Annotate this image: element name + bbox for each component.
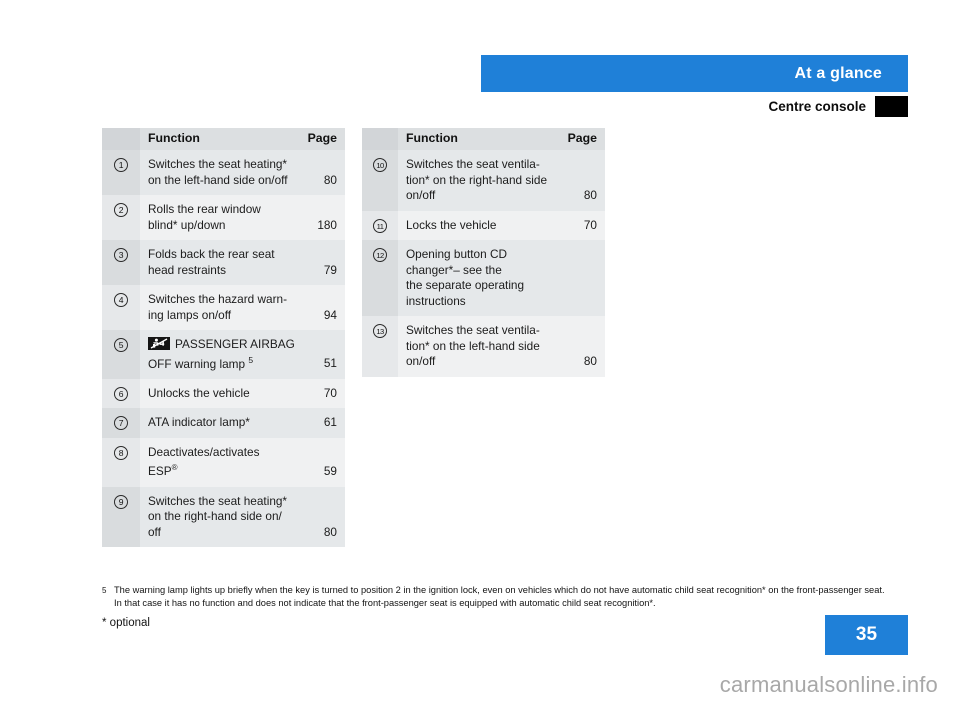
function-description: Switches the seat ventila-tion* on the l… — [398, 316, 563, 377]
callout-number-4: 4 — [114, 293, 128, 307]
callout-number-cell: 11 — [362, 210, 398, 240]
page-reference: 70 — [563, 210, 605, 240]
callout-number-cell: 12 — [362, 240, 398, 316]
table-row: 7 ATA indicator lamp* 61 — [102, 408, 345, 438]
callout-number-cell: 13 — [362, 316, 398, 377]
optional-legend: * optional — [102, 617, 150, 629]
function-description: Switches the seat heating* on the right-h… — [140, 486, 303, 548]
page-reference: 79 — [303, 240, 345, 285]
function-description: Deactivates/activates ESP® — [140, 437, 303, 487]
page-reference: 94 — [303, 285, 345, 330]
column-header-function: Function — [140, 128, 303, 150]
function-description: ATA indicator lamp* — [140, 408, 303, 438]
callout-number-8: 8 — [114, 445, 128, 460]
table-body-right: 10 Switches the seat ventila-tion* on the… — [362, 150, 605, 377]
callout-number-cell: 7 — [102, 408, 140, 438]
page-reference — [563, 240, 605, 316]
column-header-page: Page — [563, 128, 605, 150]
section-header-bar: At a glance — [481, 55, 908, 92]
function-description: Locks the vehicle — [398, 210, 563, 240]
callout-number-2: 2 — [114, 203, 128, 217]
callout-number-13: 13 — [373, 324, 387, 338]
callout-number-cell: 1 — [102, 150, 140, 195]
passenger-airbag-off-icon — [148, 337, 170, 350]
function-description: Rolls the rear window blind* up/down — [140, 195, 303, 240]
page-reference: 51 — [303, 330, 345, 379]
chapter-thumb-marker — [875, 96, 908, 117]
callout-number-cell: 10 — [362, 150, 398, 211]
callout-number-11: 11 — [373, 218, 387, 233]
callout-number-cell: 8 — [102, 437, 140, 487]
page-reference: 180 — [303, 195, 345, 240]
callout-number-cell: 6 — [102, 378, 140, 409]
table-row: 1 Switches the seat heating* on the left-h… — [102, 150, 345, 195]
page-number: 35 — [855, 624, 878, 645]
table-row: 6 Unlocks the vehicle 70 — [102, 378, 345, 409]
function-description: Unlocks the vehicle — [140, 378, 303, 409]
table-row: 13 Switches the seat ventila-tion* on the… — [362, 316, 605, 377]
table-row: 8 Deactivates/activates ESP® 59 — [102, 437, 345, 487]
table-row: 5 PASSENGER AIRBAG OFF warning lamp 5 51 — [102, 330, 345, 379]
table-row: 12 Opening button CD changer*– see the the … — [362, 240, 605, 316]
site-watermark: carmanualsonline.info — [719, 672, 938, 697]
table-row: 4 Switches the hazard warn-ing lamps on/o… — [102, 285, 345, 330]
callout-number-1: 1 — [114, 158, 128, 172]
callout-number-cell: 2 — [102, 195, 140, 240]
function-table-left: Function Page 1 Switches the seat heating… — [102, 128, 345, 548]
function-description: Switches the hazard warn-ing lamps on/of… — [140, 285, 303, 330]
function-description: PASSENGER AIRBAG OFF warning lamp 5 — [140, 330, 303, 379]
footnote-marker: 5 — [102, 586, 107, 595]
table-row: 11 Locks the vehicle 70 — [362, 210, 605, 240]
page-title: Centre console — [768, 99, 866, 114]
page-reference: 80 — [303, 486, 345, 548]
page-reference: 61 — [303, 408, 345, 438]
callout-number-7: 7 — [114, 416, 128, 431]
function-description: Switches the seat heating* on the left-ha… — [140, 150, 303, 195]
page-subheader: Centre console — [481, 96, 908, 117]
footnote-reference: 5 — [248, 354, 254, 365]
callout-number-10: 10 — [373, 158, 387, 172]
page-reference: 80 — [563, 150, 605, 211]
function-description: Switches the seat ventila-tion* on the r… — [398, 150, 563, 211]
callout-number-3: 3 — [114, 248, 128, 262]
footnote-item: 5 The warning lamp lights up briefly whe… — [102, 584, 892, 610]
table-row: 9 Switches the seat heating* on the right-… — [102, 486, 345, 548]
function-description: Opening button CD changer*– see the the se… — [398, 240, 563, 316]
page-reference: 80 — [303, 150, 345, 195]
callout-number-12: 12 — [373, 248, 387, 262]
table-row: 3 Folds back the rear seat head restraints… — [102, 240, 345, 285]
page-reference: 59 — [303, 437, 345, 487]
table-body-left: 1 Switches the seat heating* on the left-h… — [102, 150, 345, 548]
callout-number-cell: 5 — [102, 330, 140, 379]
callout-number-6: 6 — [114, 386, 128, 401]
callout-number-cell: 3 — [102, 240, 140, 285]
callout-number-5: 5 — [114, 338, 128, 352]
footnote-text: The warning lamp lights up briefly when … — [114, 585, 885, 608]
column-header-page: Page — [303, 128, 345, 150]
function-table-right: Function Page 10 Switches the seat ventil… — [362, 128, 605, 377]
column-header-number — [362, 128, 398, 150]
column-header-function: Function — [398, 128, 563, 150]
callout-number-cell: 9 — [102, 486, 140, 548]
page-number-badge: 35 — [825, 615, 908, 655]
callout-number-9: 9 — [114, 494, 128, 509]
page-reference: 80 — [563, 316, 605, 377]
callout-number-cell: 4 — [102, 285, 140, 330]
footnotes: 5 The warning lamp lights up briefly whe… — [102, 584, 892, 610]
table-row: 2 Rolls the rear window blind* up/down 180 — [102, 195, 345, 240]
column-header-number — [102, 128, 140, 150]
registered-mark: ® — [171, 463, 178, 473]
section-title: At a glance — [794, 64, 882, 82]
page-reference: 70 — [303, 378, 345, 409]
table-row: 10 Switches the seat ventila-tion* on the… — [362, 150, 605, 211]
function-description: Folds back the rear seat head restraints — [140, 240, 303, 285]
